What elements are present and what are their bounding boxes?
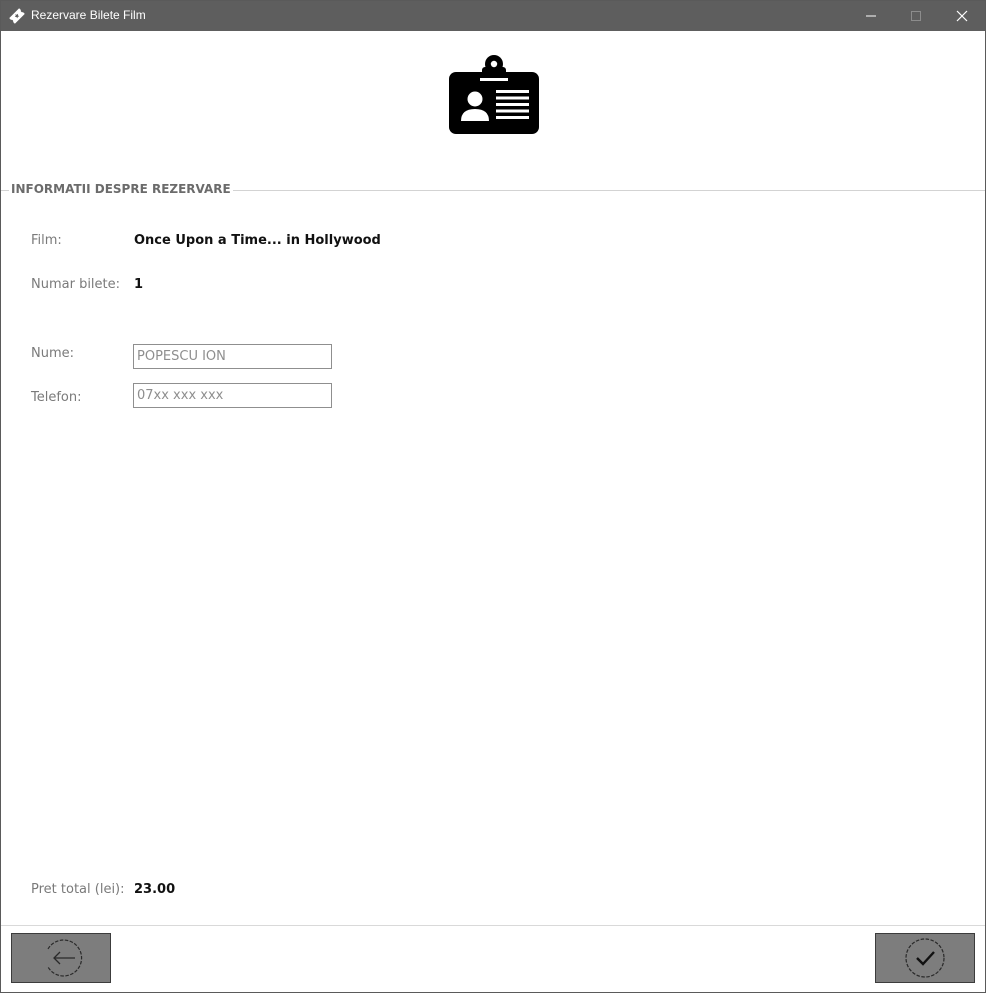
title-bar[interactable]: Rezervare Bilete Film — [1, 1, 985, 31]
phone-label: Telefon: — [31, 390, 82, 405]
id-badge-icon — [449, 54, 539, 134]
checkmark-icon — [905, 938, 945, 978]
minimize-icon — [866, 15, 876, 17]
back-arrow-icon — [47, 939, 83, 977]
minimize-button[interactable] — [848, 1, 894, 31]
total-price-label: Pret total (lei): — [31, 882, 125, 897]
group-title: INFORMATII DESPRE REZERVARE — [9, 182, 233, 196]
reservation-window: Rezervare Bilete Film INFORMATII DESPRE … — [0, 0, 986, 993]
film-label: Film: — [31, 233, 62, 248]
back-button[interactable] — [11, 933, 111, 983]
tickets-label: Numar bilete: — [31, 277, 121, 292]
window-title: Rezervare Bilete Film — [31, 8, 146, 22]
close-button[interactable] — [939, 1, 985, 31]
confirm-button[interactable] — [875, 933, 975, 983]
footer-divider — [1, 925, 985, 926]
name-input[interactable] — [133, 344, 332, 369]
tickets-value: 1 — [134, 277, 144, 292]
phone-input[interactable] — [133, 383, 332, 408]
close-icon — [956, 10, 968, 22]
maximize-icon — [911, 11, 921, 21]
maximize-button[interactable] — [893, 1, 939, 31]
film-value: Once Upon a Time... in Hollywood — [134, 233, 381, 248]
name-label: Nume: — [31, 346, 75, 361]
ticket-icon — [8, 7, 26, 25]
total-price-value: 23.00 — [134, 882, 176, 897]
